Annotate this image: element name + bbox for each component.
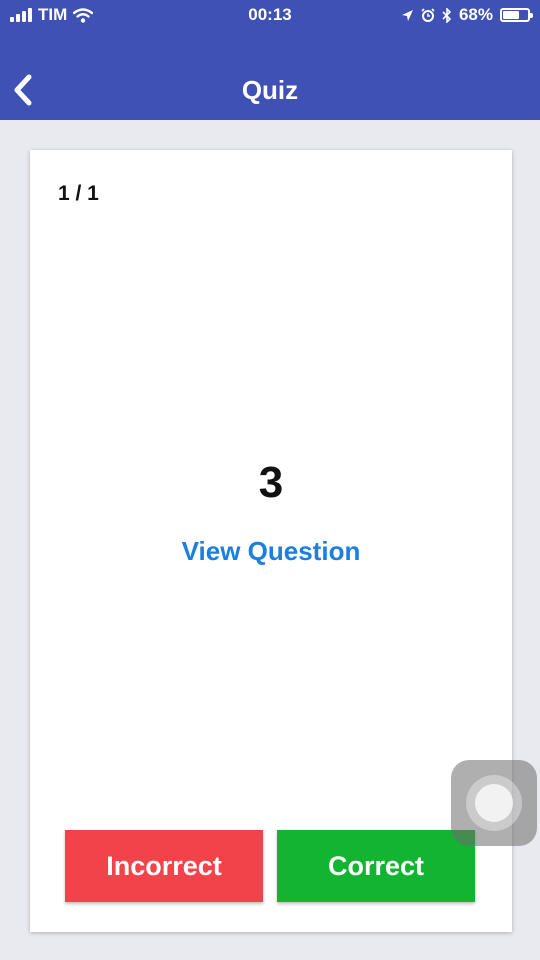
assistive-ring [466,775,522,831]
answer-text: 3 [258,458,284,507]
status-right: 68% [401,5,533,25]
battery-fill [503,11,520,19]
page-title: Quiz [241,75,299,105]
nav-bar: Quiz [0,30,540,120]
question-counter: 1 / 1 [58,182,99,205]
battery-percent: 68% [458,5,493,24]
status-bar: TIM 00:13 68% [0,0,540,30]
bluetooth-icon [442,7,452,23]
correct-button[interactable]: Correct [277,830,475,902]
quiz-card: 1 / 1 3 View Question Incorrect Correct [30,150,512,932]
location-arrow-icon [401,9,413,21]
alarm-icon [421,8,435,22]
battery-icon [500,8,533,22]
incorrect-button[interactable]: Incorrect [65,830,263,902]
assistive-dot [475,784,513,822]
assistive-touch-button[interactable] [451,760,537,846]
view-question-link[interactable]: View Question [30,536,512,567]
